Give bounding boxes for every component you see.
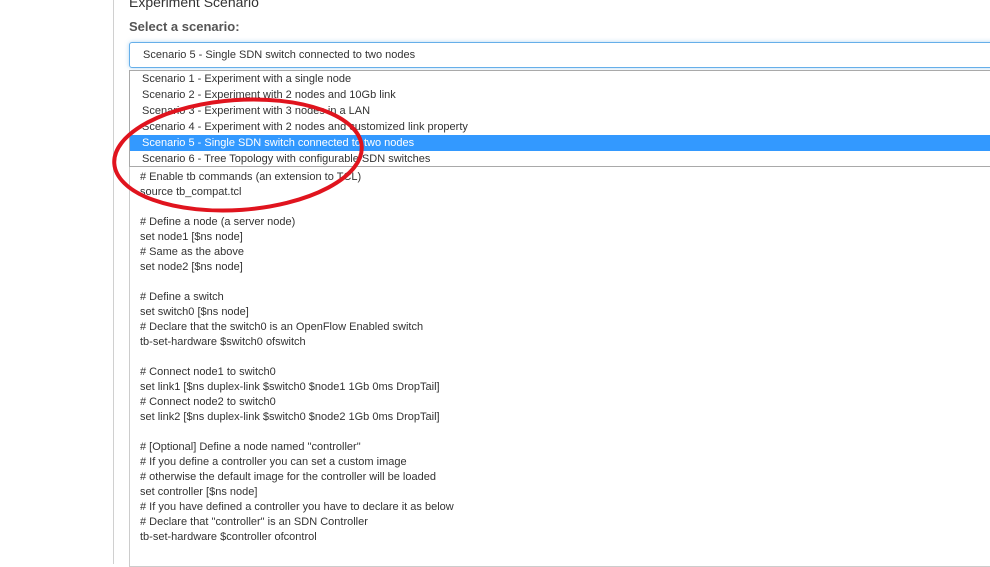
code-line: # Declare that the switch0 is an OpenFlo… (140, 321, 424, 333)
code-line: set switch0 [$ns node] (140, 306, 249, 318)
code-line: set link1 [$ns duplex-link $switch0 $nod… (140, 381, 440, 393)
code-line: set link2 [$ns duplex-link $switch0 $nod… (140, 411, 440, 423)
scenario-option-2[interactable]: Scenario 2 - Experiment with 2 nodes and… (130, 87, 990, 103)
code-line: source tb_compat.tcl (140, 186, 242, 198)
code-line: # Connect node1 to switch0 (140, 366, 276, 378)
code-line: # Define a switch (140, 291, 224, 303)
code-line: tb-set-hardware $controller ofcontrol (140, 531, 317, 543)
code-line: # Enable tb commands (an extension to TC… (140, 171, 362, 183)
code-line: # If you have defined a controller you h… (140, 501, 454, 513)
code-line: # Declare that "controller" is an SDN Co… (140, 516, 368, 528)
scenario-option-3[interactable]: Scenario 3 - Experiment with 3 nodes in … (130, 103, 990, 119)
scenario-option-1[interactable]: Scenario 1 - Experiment with a single no… (130, 71, 990, 87)
code-line: set node1 [$ns node] (140, 231, 243, 243)
page-left-border (113, 0, 114, 564)
code-line: # otherwise the default image for the co… (140, 471, 436, 483)
scenario-option-5[interactable]: Scenario 5 - Single SDN switch connected… (130, 135, 990, 151)
code-line: # If you define a controller you can set… (140, 456, 407, 468)
scenario-option-4[interactable]: Scenario 4 - Experiment with 2 nodes and… (130, 119, 990, 135)
code-line: # Same as the above (140, 246, 244, 258)
code-line: # Connect node2 to switch0 (140, 396, 276, 408)
code-line: # [Optional] Define a node named "contro… (140, 441, 361, 453)
section-title: Experiment Scenario (129, 0, 259, 10)
code-line: set controller [$ns node] (140, 486, 258, 498)
code-line: set node2 [$ns node] (140, 261, 243, 273)
code-line: tb-set-hardware $switch0 ofswitch (140, 336, 306, 348)
scenario-select[interactable]: Scenario 5 - Single SDN switch connected… (129, 42, 990, 68)
select-scenario-label: Select a scenario: (129, 19, 240, 34)
scenario-option-6[interactable]: Scenario 6 - Tree Topology with configur… (130, 151, 990, 167)
scenario-dropdown-list: Scenario 1 - Experiment with a single no… (129, 70, 990, 167)
code-line: # Define a node (a server node) (140, 216, 296, 228)
